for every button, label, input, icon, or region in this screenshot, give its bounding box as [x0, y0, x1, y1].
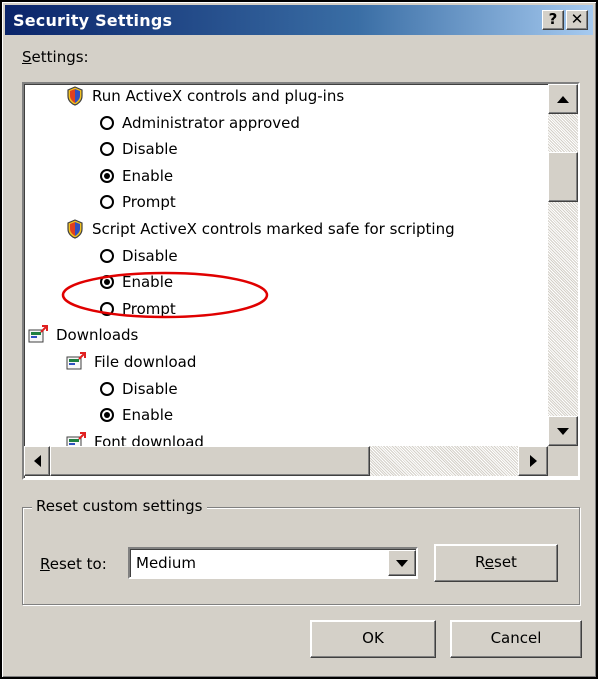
- arrow-up-icon: [557, 95, 569, 103]
- scroll-right-button[interactable]: [518, 446, 548, 476]
- radio-checked-icon[interactable]: [100, 408, 114, 423]
- shield-icon: [67, 86, 83, 106]
- tree-item-label: Enable: [122, 166, 174, 185]
- radio-option[interactable]: Disable: [100, 243, 178, 269]
- tree-item[interactable]: File download: [66, 349, 196, 375]
- tree-item-label: Prompt: [122, 299, 176, 318]
- tree-item-label: Disable: [122, 379, 178, 398]
- tree-item-label: Run ActiveX controls and plug-ins: [92, 87, 345, 105]
- arrow-right-icon: [529, 455, 537, 467]
- scrollbar-corner: [548, 446, 578, 476]
- tree-item-label: Disable: [122, 246, 178, 265]
- radio-checked-icon[interactable]: [100, 168, 114, 183]
- tree-item-label: Font download: [94, 432, 204, 446]
- radio-option[interactable]: Disable: [100, 376, 178, 402]
- radio-option[interactable]: Prompt: [100, 189, 176, 215]
- ok-button[interactable]: OK: [310, 620, 436, 658]
- tree-item-label: Enable: [122, 273, 174, 292]
- horizontal-scroll-thumb[interactable]: [50, 446, 370, 476]
- tree-item-label: Administrator approved: [122, 113, 300, 132]
- vertical-scroll-thumb[interactable]: [548, 152, 578, 202]
- settings-label: Settings:: [22, 48, 89, 66]
- reset-group-legend: Reset custom settings: [32, 497, 207, 515]
- scroll-down-button[interactable]: [548, 416, 578, 446]
- tree-item[interactable]: Script ActiveX controls marked safe for …: [66, 216, 455, 242]
- horizontal-scrollbar[interactable]: [24, 446, 548, 476]
- security-settings-dialog: Security Settings ? ✕ Settings: Run Acti…: [0, 0, 598, 679]
- radio-unchecked-icon[interactable]: [100, 301, 114, 316]
- radio-unchecked-icon[interactable]: [100, 115, 114, 130]
- radio-checked-icon[interactable]: [100, 275, 114, 290]
- settings-tree-box: Run ActiveX controls and plug-ins Adminis…: [22, 82, 580, 480]
- reset-level-value: Medium: [136, 554, 196, 572]
- tree-item-label: Enable: [122, 406, 174, 425]
- radio-unchecked-icon[interactable]: [100, 381, 114, 396]
- radio-unchecked-icon[interactable]: [100, 142, 114, 157]
- download-icon: [28, 325, 48, 343]
- dropdown-button[interactable]: [388, 550, 416, 576]
- cancel-button[interactable]: Cancel: [450, 620, 582, 658]
- tree-item-label: Downloads: [56, 326, 139, 345]
- title-bar[interactable]: Security Settings ? ✕: [5, 5, 593, 35]
- tree-item-label: Prompt: [122, 193, 176, 212]
- radio-option[interactable]: Enable: [100, 402, 173, 428]
- tree-item[interactable]: Run ActiveX controls and plug-ins: [66, 84, 344, 109]
- reset-button[interactable]: Reset: [434, 544, 558, 582]
- reset-level-select[interactable]: Medium: [128, 547, 418, 579]
- arrow-down-icon: [557, 427, 569, 435]
- vertical-scrollbar[interactable]: [548, 84, 578, 446]
- tree-item-label: File download: [94, 353, 197, 371]
- scroll-left-button[interactable]: [24, 446, 50, 476]
- download-icon: [66, 352, 86, 370]
- shield-icon: [67, 219, 83, 239]
- radio-option[interactable]: Prompt: [100, 296, 176, 322]
- radio-unchecked-icon[interactable]: [100, 248, 114, 263]
- radio-option[interactable]: Enable: [100, 163, 173, 189]
- tree-item-label: Disable: [122, 140, 178, 159]
- tree-item[interactable]: Font download: [66, 429, 204, 446]
- tree-item[interactable]: Downloads: [28, 322, 138, 348]
- radio-option[interactable]: Administrator approved: [100, 110, 300, 136]
- reset-to-label: Reset to:: [40, 555, 107, 573]
- tree-item-label: Script ActiveX controls marked safe for …: [92, 220, 455, 238]
- scroll-up-button[interactable]: [548, 84, 578, 114]
- chevron-down-icon: [396, 559, 408, 567]
- settings-tree[interactable]: Run ActiveX controls and plug-ins Adminis…: [24, 84, 548, 446]
- window-title: Security Settings: [13, 10, 173, 30]
- download-icon: [66, 431, 86, 446]
- help-button[interactable]: ?: [542, 10, 564, 30]
- arrow-left-icon: [33, 455, 41, 467]
- radio-unchecked-icon[interactable]: [100, 195, 114, 210]
- radio-option[interactable]: Disable: [100, 136, 178, 162]
- close-button[interactable]: ✕: [566, 10, 588, 30]
- radio-option[interactable]: Enable: [100, 269, 173, 295]
